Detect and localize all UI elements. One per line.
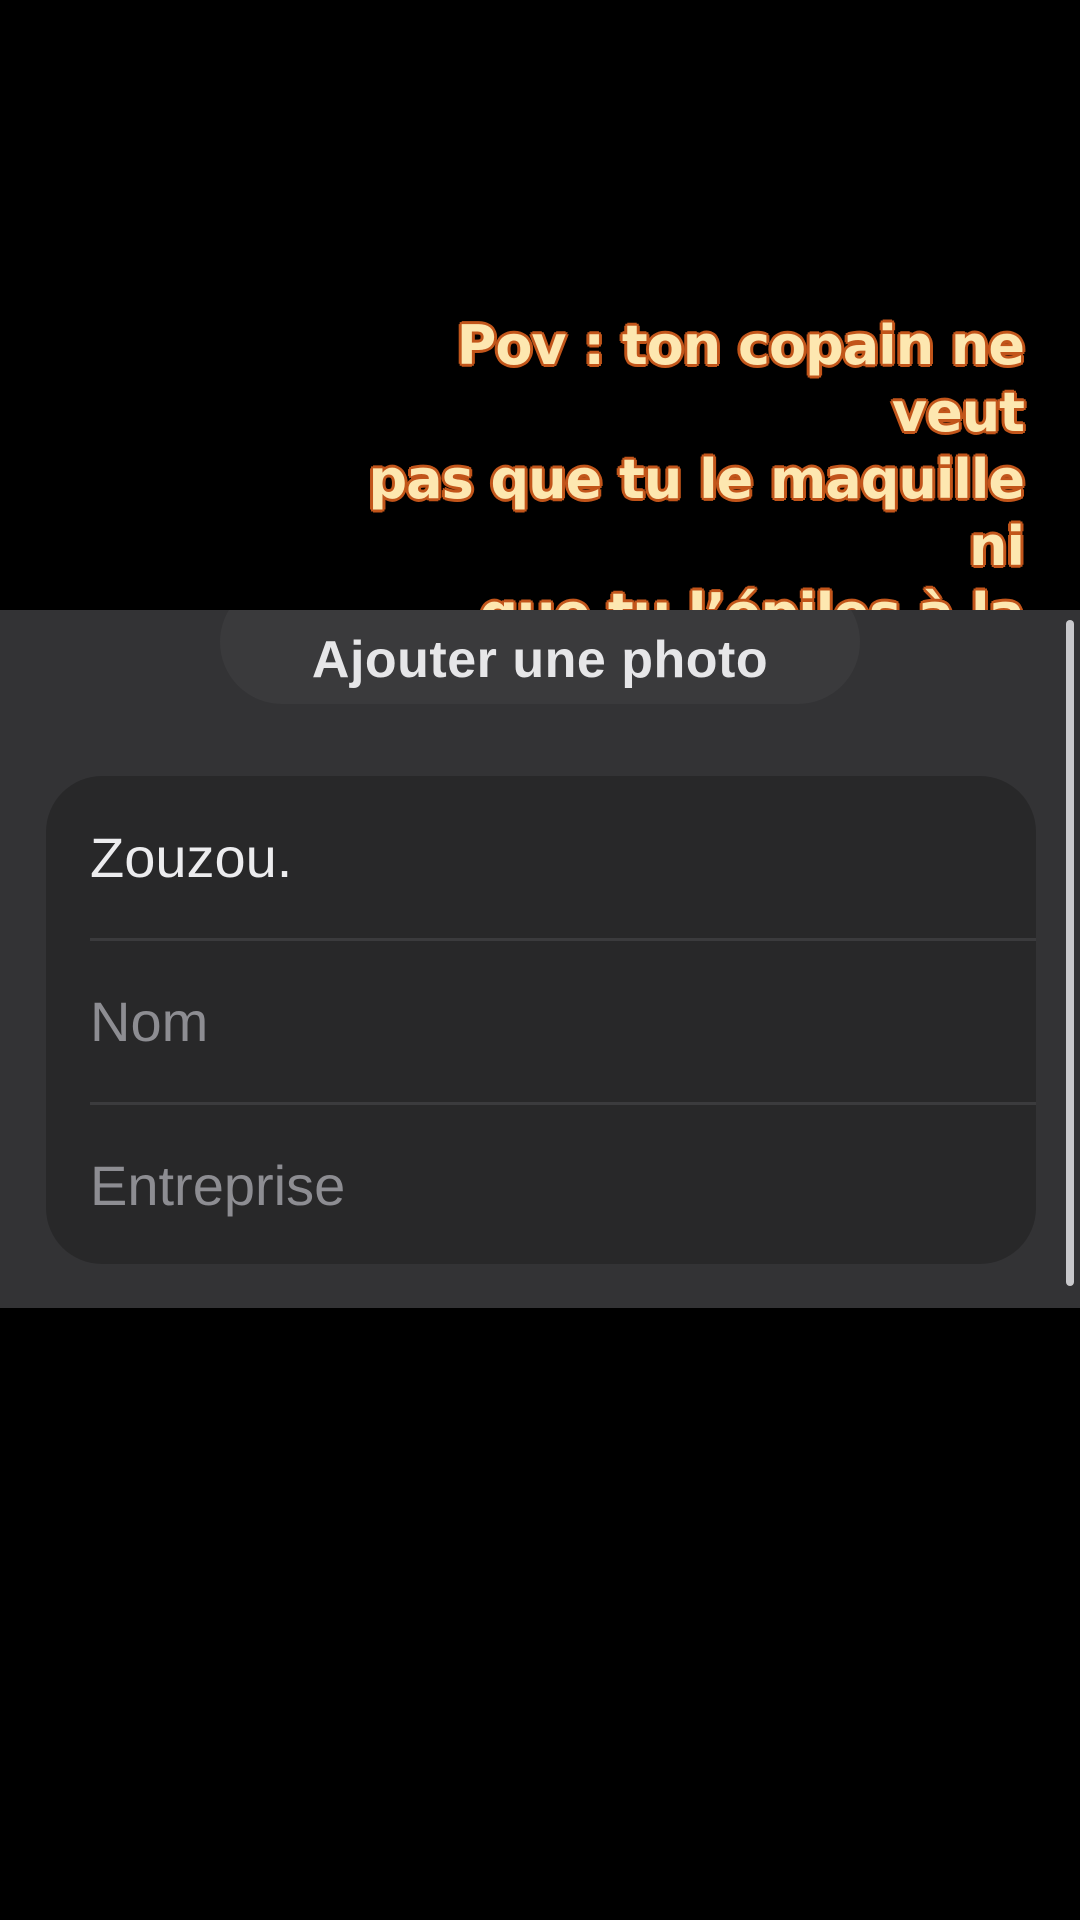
last-name-field[interactable]: Nom [90,940,1036,1102]
contact-edit-screen: Ajouter une photo Zouzou. Nom Entreprise [0,610,1080,1308]
first-name-field[interactable]: Zouzou. [90,776,1036,938]
caption-line-1: Pov : ton copain ne veut [456,313,1026,445]
last-name-placeholder: Nom [90,989,209,1053]
caption-line-2: pas que tu le maquille ni [367,447,1026,579]
company-field[interactable]: Entreprise [90,1104,1036,1264]
contact-form-card: Zouzou. Nom Entreprise [46,776,1036,1264]
first-name-value: Zouzou. [90,825,293,889]
scrollbar[interactable] [1066,620,1074,1286]
add-photo-button[interactable]: Ajouter une photo [220,610,860,704]
video-frame: Pov : ton copain ne veut pas que tu le m… [0,0,1080,1920]
add-photo-label: Ajouter une photo [311,631,769,689]
company-placeholder: Entreprise [90,1153,346,1217]
